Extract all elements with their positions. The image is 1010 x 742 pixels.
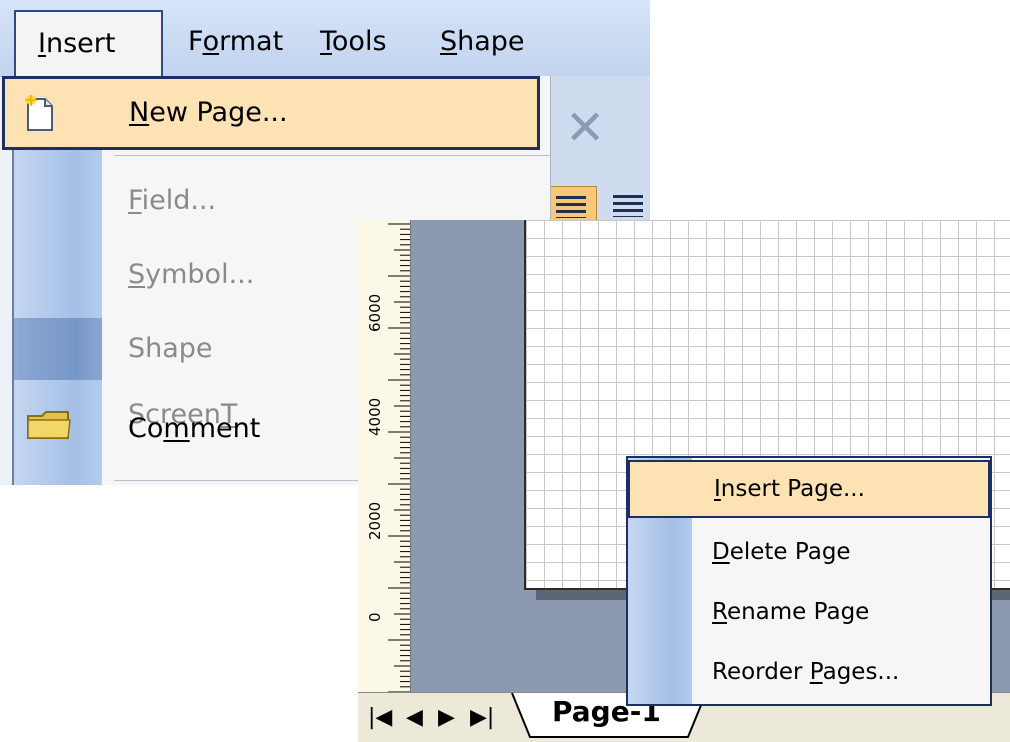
menu-shape-accel: S xyxy=(440,26,458,57)
menu-insert-accel: I xyxy=(38,28,46,59)
ruler-label-4000: 4000 xyxy=(366,397,384,436)
page-context-menu: Insert Page... Delete Page Rename Page R… xyxy=(626,456,992,706)
menu-bar: Insert Format Tools Shape xyxy=(0,0,650,77)
context-item-rename-page-label: Rename Page xyxy=(712,599,870,625)
align-left-icon xyxy=(556,196,586,218)
ruler-label-0: 0 xyxy=(366,612,384,622)
delete-x-icon[interactable]: ✕ xyxy=(565,104,605,152)
menu-format[interactable]: Format xyxy=(188,12,283,72)
menu-tools-accel: T xyxy=(320,26,332,57)
next-page-icon[interactable]: ▶ xyxy=(438,705,455,731)
ruler-label-6000: 6000 xyxy=(366,293,384,332)
context-item-insert-page[interactable]: Insert Page... xyxy=(628,460,990,518)
ruler-label-2000: 2000 xyxy=(366,501,384,540)
menu-shape-post: hape xyxy=(457,26,525,57)
menu-shape[interactable]: Shape xyxy=(440,12,525,72)
align-right-icon xyxy=(613,195,643,217)
menu-item-field-label: Field... xyxy=(128,185,217,216)
context-item-delete-page[interactable]: Delete Page xyxy=(628,522,990,582)
menu-icon-strip-shade xyxy=(14,318,102,380)
context-item-insert-page-label: Insert Page... xyxy=(714,476,865,502)
last-page-icon[interactable]: ▶| xyxy=(470,705,494,731)
context-item-reorder-pages[interactable]: Reorder Pages... xyxy=(628,642,990,702)
context-item-reorder-pages-label: Reorder Pages... xyxy=(712,659,900,685)
first-page-icon[interactable]: |◀ xyxy=(368,705,392,731)
menu-tools[interactable]: Tools xyxy=(320,12,387,72)
new-page-icon xyxy=(25,95,53,131)
menu-format-accel: o xyxy=(202,26,220,57)
menu-insert[interactable]: Insert xyxy=(14,10,163,76)
menu-tools-post: ools xyxy=(331,26,387,57)
vertical-ruler: 6000 4000 2000 0 xyxy=(358,220,411,692)
menu-item-symbol-label: Symbol... xyxy=(128,259,255,290)
menu-format-post: rmat xyxy=(219,26,284,57)
menu-insert-post: nsert xyxy=(45,28,116,59)
previous-page-icon[interactable]: ◀ xyxy=(406,705,423,731)
menu-item-comment-label: Comment xyxy=(128,413,261,444)
comment-folder-icon xyxy=(27,411,71,439)
drawing-panel: 6000 4000 2000 0 |◀ ◀ ▶ ▶| Page-1 Insert… xyxy=(358,220,1010,742)
menu-item-new-page-label: New Page... xyxy=(129,97,288,128)
context-item-rename-page[interactable]: Rename Page xyxy=(628,582,990,642)
context-item-delete-page-label: Delete Page xyxy=(712,539,851,565)
menu-format-pre: F xyxy=(188,26,203,57)
menu-separator xyxy=(114,155,550,156)
menu-item-new-page[interactable]: New Page... xyxy=(2,76,540,150)
